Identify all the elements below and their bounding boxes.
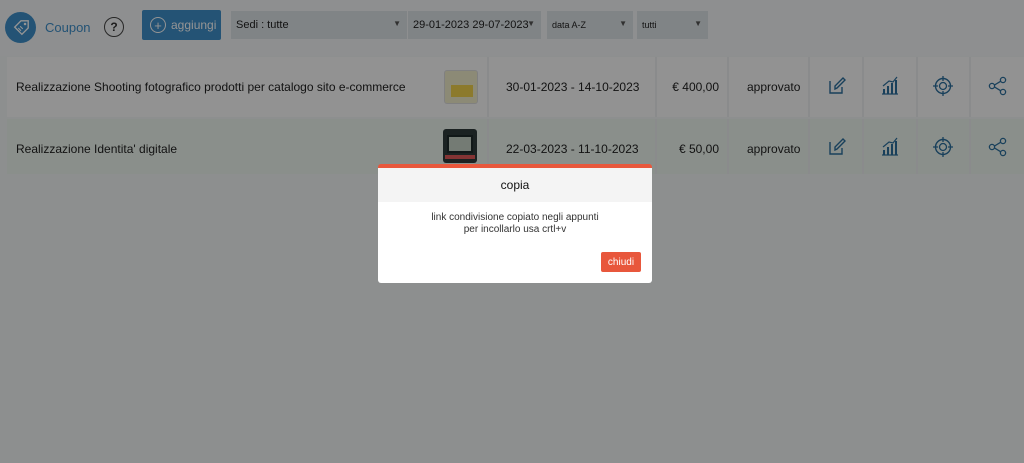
- dialog-message-line: per incollarlo usa crtl+v: [463, 224, 567, 235]
- dialog-message-line: link condivisione copiato negli appunti: [431, 212, 599, 223]
- copy-dialog: copia link condivisione copiato negli ap…: [378, 164, 652, 283]
- dialog-message: link condivisione copiato negli appunti …: [378, 202, 652, 236]
- dialog-title: copia: [378, 168, 652, 202]
- close-button[interactable]: chiudi: [601, 252, 641, 272]
